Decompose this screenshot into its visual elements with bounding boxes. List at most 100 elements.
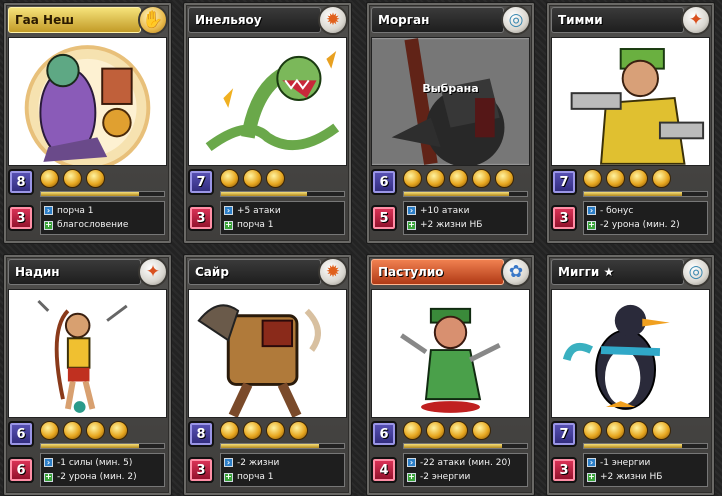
- hero-portrait[interactable]: Выбрана: [371, 37, 530, 166]
- arrow-icon: ›: [407, 206, 416, 216]
- hero-name: Гаа Неш: [15, 13, 74, 27]
- effect-row: + -2 урона (мин. 2): [44, 471, 161, 485]
- effect-row: + -2 урона (мин. 2): [587, 219, 704, 233]
- hero-card[interactable]: Пастулио ✿ 6 4 › -22 атаки (мин. 20) + -2 энерг…: [366, 254, 535, 496]
- swirl-icon: ◎: [501, 5, 531, 35]
- star-rating: [403, 169, 514, 188]
- hero-portrait[interactable]: [371, 289, 530, 418]
- effect-row: › -1 энергии: [587, 456, 704, 470]
- mana-cost: 6: [371, 169, 397, 195]
- star-icon: [472, 169, 491, 188]
- plus-icon: +: [407, 472, 416, 482]
- effect-row: › -22 атаки (мин. 20): [407, 456, 524, 470]
- star-icon: [449, 421, 468, 440]
- hp-value: 3: [188, 457, 214, 483]
- fire-icon: ✹: [318, 5, 348, 35]
- star-rating: [220, 421, 308, 440]
- card-title-bar: Сайр: [188, 259, 321, 285]
- plus-icon: +: [587, 220, 596, 230]
- hero-portrait[interactable]: [551, 289, 710, 418]
- effect-text: +10 атаки: [420, 205, 470, 216]
- hero-portrait[interactable]: [188, 37, 347, 166]
- mana-cost: 6: [8, 421, 34, 447]
- star-icon: [403, 421, 422, 440]
- star-icon: [243, 169, 262, 188]
- xp-bar: [403, 191, 528, 197]
- hero-card[interactable]: Гаа Неш ✋ 8 3 › порча 1 + благословение: [3, 2, 172, 244]
- card-title-bar: Инельяоу: [188, 7, 321, 33]
- star-icon: [266, 169, 285, 188]
- star-icon: [40, 421, 59, 440]
- star-icon: [583, 421, 602, 440]
- arrow-icon: ›: [587, 458, 596, 468]
- mana-cost: 7: [551, 169, 577, 195]
- star-rating: [220, 169, 285, 188]
- card-title-bar: Морган: [371, 7, 504, 33]
- xp-bar: [220, 443, 345, 449]
- hp-value: 3: [188, 205, 214, 231]
- xp-bar: [40, 191, 165, 197]
- mana-cost: 7: [188, 169, 214, 195]
- star-icon: [629, 421, 648, 440]
- effect-row: › -1 силы (мин. 5): [44, 456, 161, 470]
- effects-panel: › - бонус + -2 урона (мин. 2): [583, 201, 708, 235]
- hero-portrait[interactable]: [551, 37, 710, 166]
- arrow-icon: ›: [587, 206, 596, 216]
- hero-card[interactable]: Сайр ✹ 8 3 › -2 жизни + порча 1: [183, 254, 352, 496]
- selected-label: Выбрана: [422, 82, 479, 95]
- card-title-bar: Гаа Неш: [8, 7, 141, 33]
- effect-text: порча 1: [57, 205, 94, 216]
- star-icon: [266, 421, 285, 440]
- effects-panel: › порча 1 + благословение: [40, 201, 165, 235]
- effect-text: +2 жизни НБ: [420, 220, 483, 231]
- star-icon: [472, 421, 491, 440]
- effect-text: - бонус: [600, 205, 634, 216]
- star-rating: [40, 169, 105, 188]
- star-icon: [289, 421, 308, 440]
- hp-value: 4: [371, 457, 397, 483]
- effects-panel: › -1 силы (мин. 5) + -2 урона (мин. 2): [40, 453, 165, 487]
- mana-cost: 8: [188, 421, 214, 447]
- star-icon: [63, 421, 82, 440]
- arrow-icon: ›: [224, 206, 233, 216]
- mana-cost: 8: [8, 169, 34, 195]
- hero-name: Пастулио: [378, 265, 444, 279]
- effect-text: -1 силы (мин. 5): [57, 457, 133, 468]
- hero-portrait[interactable]: [8, 289, 167, 418]
- effect-text: порча 1: [237, 472, 274, 483]
- star-rating: [583, 169, 671, 188]
- plus-icon: +: [224, 220, 233, 230]
- hero-card[interactable]: Мигги ★ ◎ 7 3 › -1 энергии + +2 жизни НБ: [546, 254, 715, 496]
- effect-row: + -2 энергии: [407, 471, 524, 485]
- hero-card[interactable]: Тимми ✦ 7 3 › - бонус + -2 урона (мин. 2): [546, 2, 715, 244]
- star-icon: [86, 169, 105, 188]
- star-rating: [403, 421, 491, 440]
- hero-portrait[interactable]: [8, 37, 167, 166]
- hero-portrait[interactable]: [188, 289, 347, 418]
- hero-name: Надин: [15, 265, 60, 279]
- star-rating: [40, 421, 128, 440]
- hp-value: 3: [551, 205, 577, 231]
- star-icon: [652, 421, 671, 440]
- effect-text: -2 урона (мин. 2): [600, 220, 680, 231]
- mana-cost: 7: [551, 421, 577, 447]
- xp-bar: [220, 191, 345, 197]
- hero-card[interactable]: Надин ✦ 6 6 › -1 силы (мин. 5) + -2 урона (мин.…: [3, 254, 172, 496]
- hero-name: Сайр: [195, 265, 229, 279]
- hero-card[interactable]: Инельяоу ✹ 7 3 › +5 атаки + порча 1: [183, 2, 352, 244]
- card-title-bar: Надин: [8, 259, 141, 285]
- star-icon: [606, 421, 625, 440]
- card-title-bar: Тимми: [551, 7, 684, 33]
- star-icon: [629, 169, 648, 188]
- hero-card[interactable]: Морган ◎ Выбрана 6 5 › +10 атаки + +2 жизни НБ: [366, 2, 535, 244]
- hero-name: Тимми: [558, 13, 603, 27]
- xp-bar: [40, 443, 165, 449]
- effect-row: + порча 1: [224, 219, 341, 233]
- effects-panel: › -2 жизни + порча 1: [220, 453, 345, 487]
- effect-text: -22 атаки (мин. 20): [420, 457, 511, 468]
- paw-icon: ✦: [138, 257, 168, 287]
- hero-name: Мигги ★: [558, 265, 615, 279]
- effect-text: порча 1: [237, 220, 274, 231]
- star-icon: [86, 421, 105, 440]
- effect-row: › - бонус: [587, 204, 704, 218]
